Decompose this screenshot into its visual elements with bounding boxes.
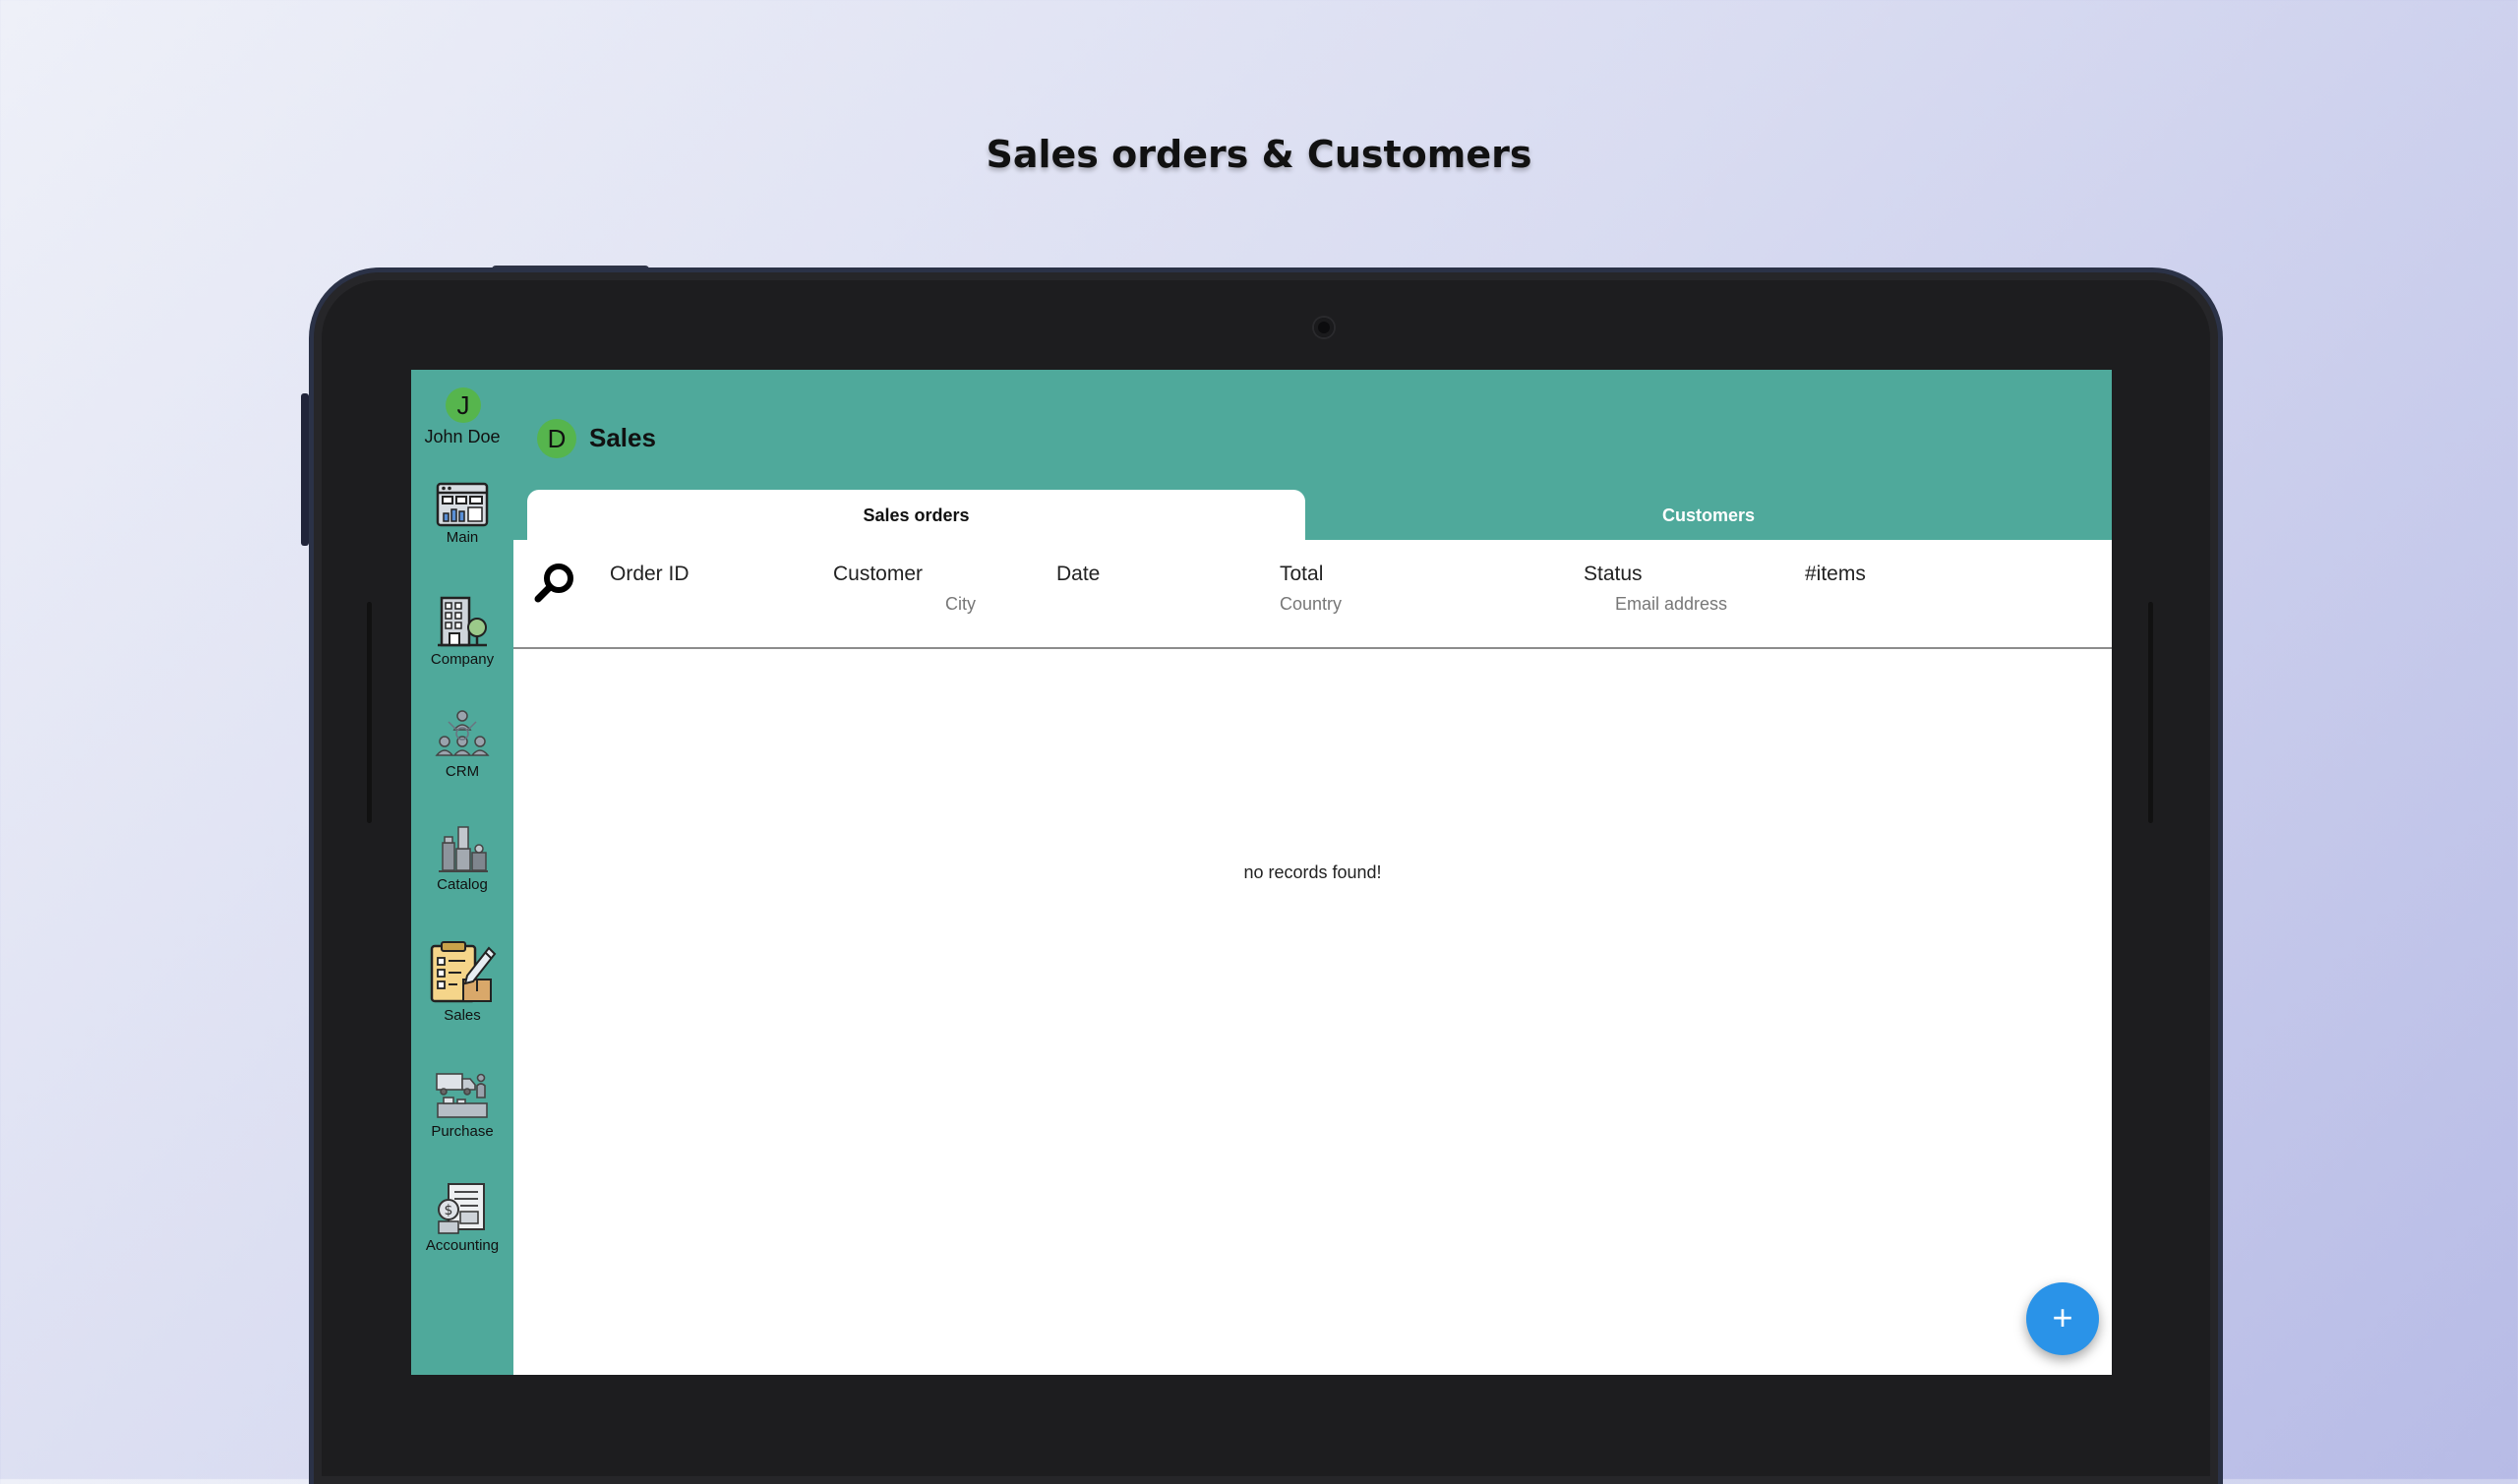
navigation-rail: J John Doe Main Company CRM Catalog Sale… [411,370,513,1375]
tab-panel: Order ID Customer City Date Total Countr… [513,540,2112,1375]
column-city: City [945,594,976,614]
tab-customers[interactable]: Customers [1305,490,2112,541]
device-side-button [301,393,309,546]
column-country: Country [1280,594,1343,614]
column-total[interactable]: Total [1280,563,1323,586]
column-order-id[interactable]: Order ID [610,563,689,586]
people-network-icon [435,710,490,756]
column-status[interactable]: Status [1584,563,1643,586]
nav-label-company: Company [430,651,495,668]
column-email-address: Email address [1615,594,1728,614]
empty-state-message: no records found! [1243,862,1382,882]
table-header: Order ID Customer City Date Total Countr… [513,540,2112,649]
user-avatar[interactable]: J [446,387,481,423]
nav-label-crm: CRM [445,763,480,780]
products-icon [439,826,488,872]
building-icon [438,596,487,647]
nav-label-accounting: Accounting [425,1237,500,1254]
nav-item-accounting[interactable]: $ Accounting [411,1182,513,1254]
promo-title: Sales orders & Customers [986,133,1532,176]
nav-label-main: Main [446,529,479,546]
device-edge-left [367,602,372,823]
nav-item-catalog[interactable]: Catalog [411,825,513,893]
nav-item-purchase[interactable]: Purchase [411,1070,513,1140]
nav-item-company[interactable]: Company [411,594,513,668]
search-icon[interactable] [533,562,576,605]
invoice-icon: $ [438,1183,485,1234]
column-date[interactable]: Date [1056,563,1100,586]
main-area: D Sales Sales orders Customers Order ID … [513,370,2112,1375]
company-avatar[interactable]: D [537,419,576,458]
user-name: John Doe [424,427,501,446]
column-customer[interactable]: Customer [833,563,923,586]
camera-icon [1314,318,1334,337]
nav-item-sales[interactable]: Sales [411,940,513,1024]
nav-label-sales: Sales [444,1007,481,1024]
app-screen: J John Doe Main Company CRM Catalog Sale… [411,370,2112,1375]
svg-text:$: $ [445,1203,453,1218]
add-button[interactable]: + [2026,1282,2099,1355]
nav-label-purchase: Purchase [431,1123,494,1140]
tab-sales-orders[interactable]: Sales orders [527,490,1305,541]
column-items[interactable]: #items [1805,563,1866,586]
nav-label-catalog: Catalog [437,876,488,893]
dashboard-icon [436,482,489,527]
device-edge-right [2148,602,2153,823]
page-title: Sales [589,423,656,452]
nav-item-main[interactable]: Main [411,482,513,546]
truck-icon [436,1073,488,1118]
nav-item-crm[interactable]: CRM [411,708,513,780]
clipboard-pencil-icon [430,941,497,1003]
